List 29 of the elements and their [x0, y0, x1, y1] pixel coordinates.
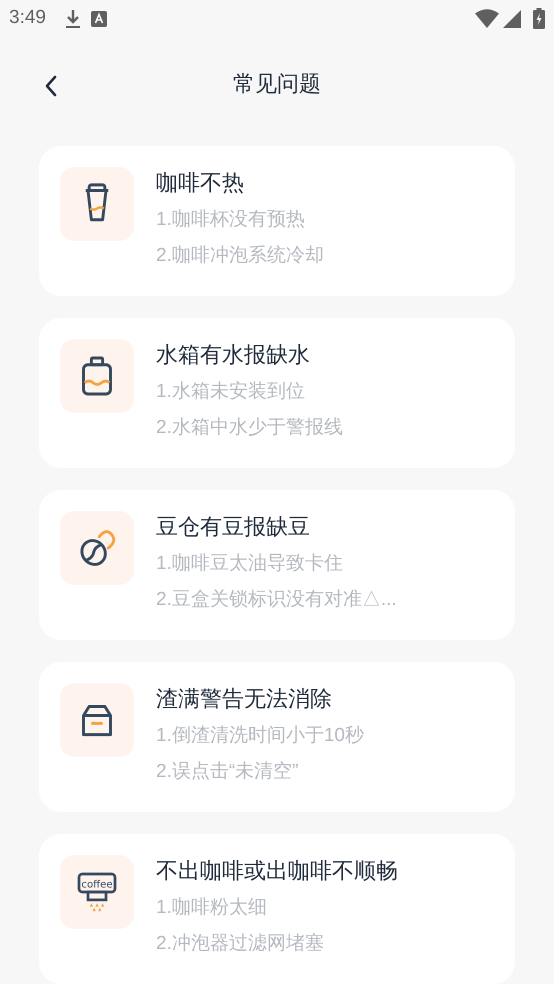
- faq-card[interactable]: 水箱有水报缺水 1.水箱未安装到位 2.水箱中水少于警报线: [39, 318, 515, 468]
- cause-text: 1.倒渣清洗时间小于10秒: [156, 724, 364, 748]
- faq-title: 渣满警告无法消除: [156, 685, 333, 713]
- cause-text: 1.咖啡杯没有预热: [156, 208, 306, 232]
- icon-label: coffee: [81, 880, 113, 890]
- cause-text: 2.咖啡冲泡系统冷却: [156, 244, 324, 268]
- cause-text: 2.豆盒关锁标识没有对准△...: [156, 588, 397, 612]
- back-icon[interactable]: [44, 75, 58, 98]
- download-icon: [64, 8, 81, 29]
- page-title: 常见问题: [233, 70, 321, 98]
- battery-icon: [533, 8, 545, 30]
- faq-card[interactable]: coffee 不出咖啡或出咖啡不顺畅 1.咖啡粉太细 2.冲泡器过滤网堵塞: [39, 834, 515, 984]
- faq-title: 水箱有水报缺水: [156, 341, 311, 369]
- keyboard-icon: [90, 10, 107, 27]
- cause-text: 2.误点击“未清空”: [156, 760, 300, 784]
- signal-icon: [503, 10, 521, 28]
- cause-text: 2.冲泡器过滤网堵塞: [156, 932, 325, 956]
- cause-text: 1.咖啡粉太细: [156, 896, 268, 920]
- faq-title: 豆仓有豆报缺豆: [156, 513, 311, 541]
- faq-card[interactable]: 咖啡不热 1.咖啡杯没有预热 2.咖啡冲泡系统冷却: [39, 146, 515, 296]
- cause-text: 1.咖啡豆太油导致卡住: [156, 552, 344, 576]
- faq-title: 不出咖啡或出咖啡不顺畅: [156, 857, 398, 885]
- status-time: 3:49: [9, 6, 46, 30]
- faq-card[interactable]: 豆仓有豆报缺豆 1.咖啡豆太油导致卡住 2.豆盒关锁标识没有对准△...: [39, 490, 515, 640]
- faq-card[interactable]: 渣满警告无法消除 1.倒渣清洗时间小于10秒 2.误点击“未清空”: [39, 662, 515, 812]
- wifi-icon: [475, 9, 499, 28]
- cause-text: 1.水箱未安装到位: [156, 380, 306, 404]
- cause-text: 2.水箱中水少于警报线: [156, 416, 343, 440]
- faq-title: 咖啡不热: [156, 169, 245, 197]
